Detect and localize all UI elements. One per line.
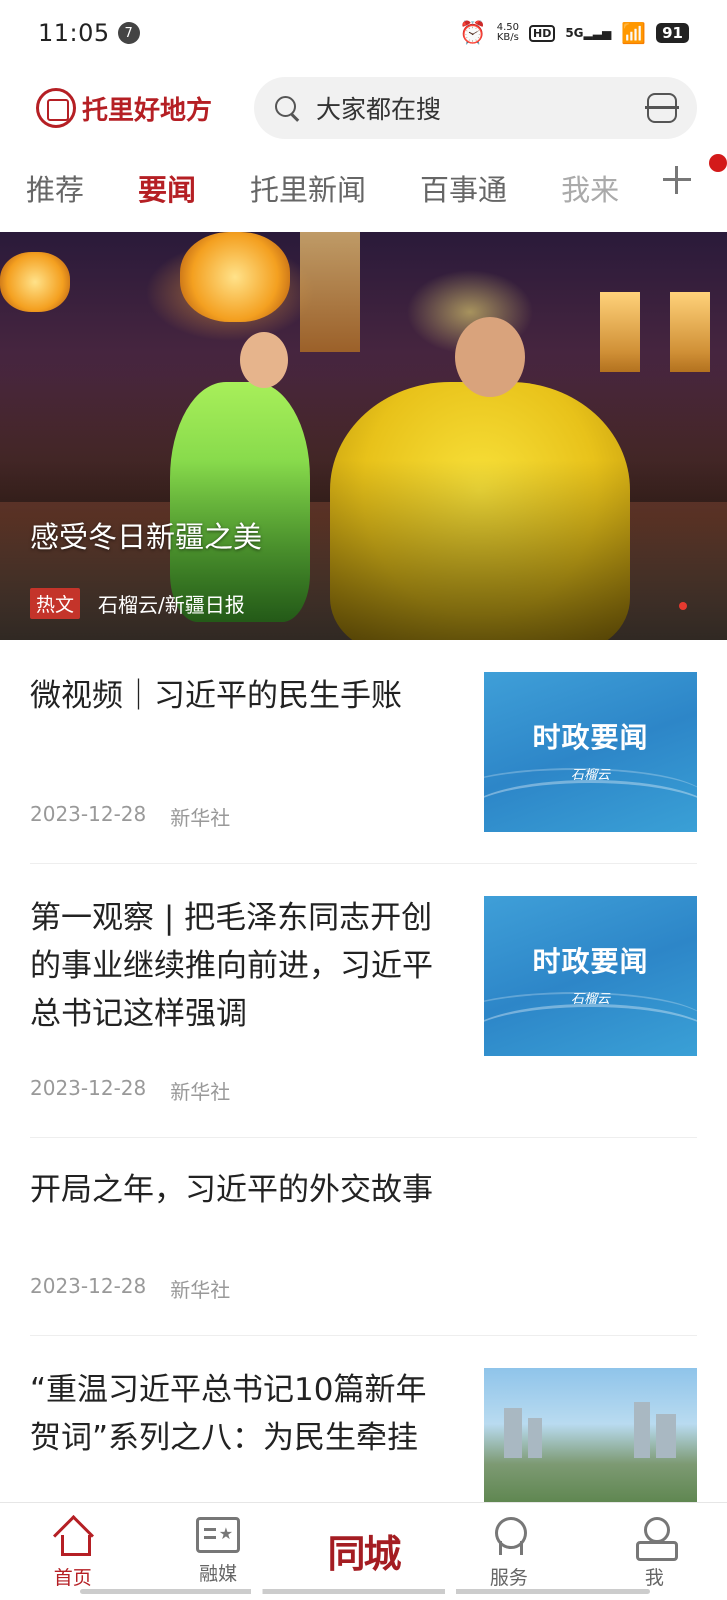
news-date: 2023-12-28 <box>30 1274 147 1298</box>
news-source: 新华社 <box>170 1278 231 1302</box>
news-thumbnail: 时政要闻 石榴云 <box>484 672 697 832</box>
search-placeholder: 大家都在搜 <box>316 95 442 124</box>
dancer-image <box>455 317 525 397</box>
tab-headlines[interactable]: 要闻 <box>138 167 196 209</box>
nav-home[interactable]: 首页 <box>0 1503 145 1600</box>
news-title: “重温习近平总书记10篇新年贺词”系列之八：为民生牵挂 <box>30 1372 427 1456</box>
news-title: 微视频｜习近平的民生手账 <box>30 678 402 714</box>
search-icon <box>274 95 300 121</box>
building-image <box>656 1414 676 1458</box>
scan-icon[interactable] <box>645 93 679 123</box>
app-logo[interactable]: 托里好地方 <box>36 88 212 128</box>
tab-baishitong[interactable]: 百事通 <box>420 167 507 209</box>
signal-icon: 5G▂▃▅ <box>565 26 612 40</box>
news-title: 第一观察 | 把毛泽东同志开创的事业继续推向前进，习近平总书记这样强调 <box>30 900 433 1032</box>
news-source: 新华社 <box>170 806 231 830</box>
nav-label: 服务 <box>489 1567 528 1589</box>
nav-label: 我 <box>644 1567 664 1589</box>
hero-title[interactable]: 感受冬日新疆之美 <box>30 514 262 556</box>
status-bar: 11:05 7 ⏰ 4.50 KB/s HD 5G▂▃▅ 📶 91 <box>0 0 727 66</box>
hd-icon: HD <box>528 24 556 42</box>
thumb-logo: 石榴云 <box>570 768 610 783</box>
tab-tuoli-news[interactable]: 托里新闻 <box>250 167 366 209</box>
nav-label: 融媒 <box>199 1563 238 1585</box>
news-item[interactable]: “重温习近平总书记10篇新年贺词”系列之八：为民生牵挂 <box>30 1336 697 1502</box>
news-thumbnail: 时政要闻 石榴云 <box>484 896 697 1056</box>
search-bar[interactable]: 大家都在搜 <box>254 77 697 139</box>
news-meta: 2023-12-28 新华社 <box>30 1274 230 1303</box>
news-meta: 2023-12-28 新华社 <box>30 1076 230 1105</box>
news-thumbnail <box>484 1368 697 1502</box>
news-item[interactable]: 微视频｜习近平的民生手账 2023-12-28 新华社 时政要闻 石榴云 <box>30 640 697 864</box>
channel-tabs: 推荐 要闻 托里新闻 百事通 我来 <box>0 152 727 224</box>
building-image <box>634 1402 650 1458</box>
tongcheng-logo: 同城 <box>327 1531 402 1576</box>
news-meta: 2023-12-28 新华社 <box>30 802 230 831</box>
carousel-indicator <box>679 602 687 610</box>
bottom-nav: 首页 融媒 同城 服务 我 <box>0 1502 727 1600</box>
news-item[interactable]: 第一观察 | 把毛泽东同志开创的事业继续推向前进，习近平总书记这样强调 2023… <box>30 864 697 1138</box>
logo-seal-icon <box>36 88 76 128</box>
battery-icon: 91 <box>656 23 689 43</box>
gesture-bar <box>80 1589 650 1594</box>
hero-source: 石榴云/新疆日报 <box>98 593 245 617</box>
floating-red-dot[interactable] <box>709 154 727 172</box>
app-header: 托里好地方 大家都在搜 <box>0 76 727 140</box>
nav-service[interactable]: 服务 <box>436 1503 581 1600</box>
tower-image <box>300 232 360 352</box>
notification-badge: 7 <box>117 22 140 44</box>
status-time: 11:05 <box>38 19 110 47</box>
news-item[interactable]: 开局之年，习近平的外交故事 2023-12-28 新华社 <box>30 1138 697 1336</box>
lantern-image <box>0 252 70 312</box>
thumb-logo: 石榴云 <box>570 992 610 1007</box>
thumb-title: 时政要闻 <box>532 945 649 978</box>
media-icon <box>196 1517 241 1553</box>
nav-label: 首页 <box>53 1567 92 1589</box>
news-title: 开局之年，习近平的外交故事 <box>30 1172 433 1208</box>
service-icon <box>491 1517 527 1557</box>
hot-tag: 热文 <box>30 588 81 619</box>
nav-tongcheng[interactable]: 同城 <box>291 1503 436 1600</box>
hero-banner[interactable]: 感受冬日新疆之美 热文 石榴云/新疆日报 <box>0 232 727 640</box>
lantern-image <box>180 232 290 322</box>
tab-recommend[interactable]: 推荐 <box>26 167 84 209</box>
news-source: 新华社 <box>170 1080 231 1104</box>
news-date: 2023-12-28 <box>30 802 147 826</box>
app-name: 托里好地方 <box>82 95 213 126</box>
hero-meta: 热文 石榴云/新疆日报 <box>30 588 245 619</box>
nav-media[interactable]: 融媒 <box>145 1503 290 1600</box>
wifi-icon: 📶 <box>621 21 647 45</box>
me-icon <box>634 1517 679 1561</box>
network-label: 5G <box>565 26 584 40</box>
network-speed: 4.50 KB/s <box>497 23 519 43</box>
home-icon <box>53 1517 93 1557</box>
thumb-title: 时政要闻 <box>532 721 649 754</box>
net-speed-unit: KB/s <box>496 32 519 43</box>
alarm-icon: ⏰ <box>459 20 487 46</box>
dancer-image <box>240 332 288 388</box>
building-image <box>528 1418 542 1458</box>
news-date: 2023-12-28 <box>30 1076 147 1100</box>
add-icon[interactable] <box>663 166 691 194</box>
tab-wolai[interactable]: 我来 <box>561 167 619 209</box>
nav-me[interactable]: 我 <box>582 1503 727 1600</box>
status-icons: ⏰ 4.50 KB/s HD 5G▂▃▅ 📶 91 <box>459 21 689 46</box>
building-image <box>504 1408 522 1458</box>
